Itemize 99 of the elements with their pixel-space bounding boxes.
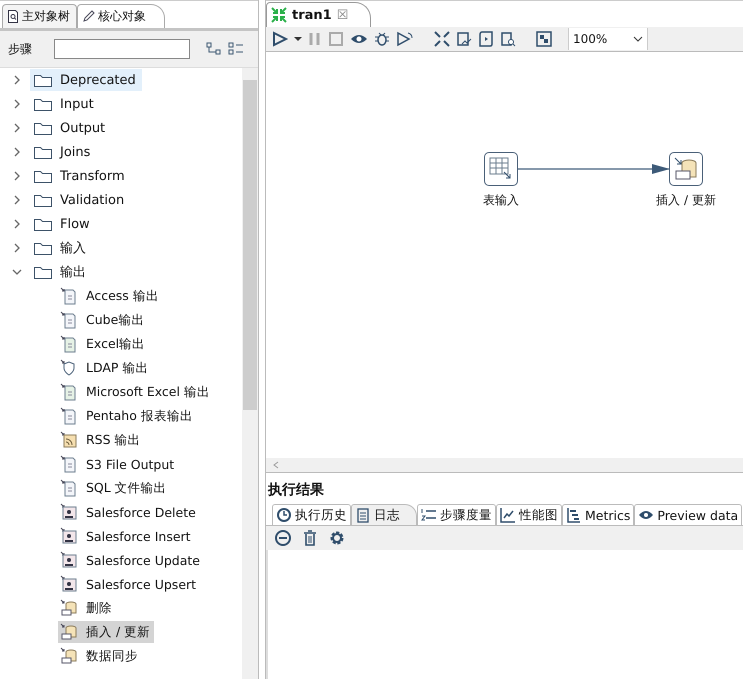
step-label: 表输入: [483, 192, 519, 209]
folder-icon: [34, 193, 52, 207]
person-card-icon: [60, 551, 78, 569]
tree-step[interactable]: Excel输出: [58, 333, 150, 355]
close-button[interactable]: ☒: [336, 8, 348, 22]
chevron-right-icon[interactable]: [12, 219, 22, 229]
folder-icon: [34, 121, 52, 135]
tree-step[interactable]: 数据同步: [58, 645, 142, 667]
results-tab[interactable]: 步骤度量: [417, 504, 496, 525]
chevron-right-icon[interactable]: [12, 99, 22, 109]
search-label: 步骤: [8, 40, 32, 58]
tree-step[interactable]: 删除: [58, 597, 116, 619]
tree-folder[interactable]: Output: [30, 117, 112, 139]
zoom-dropdown[interactable]: 100%: [568, 28, 648, 50]
search-doc-icon: [7, 10, 19, 23]
list-icon[interactable]: [228, 42, 244, 56]
step-label: 插入 / 更新: [656, 192, 716, 209]
results-tab[interactable]: Metrics: [562, 504, 634, 525]
panel-tab[interactable]: 主对象树: [2, 4, 77, 28]
numbered-list-icon: [421, 507, 437, 523]
align-grid-icon[interactable]: [536, 31, 552, 47]
tree-step[interactable]: Salesforce Update: [58, 549, 204, 571]
person-card-icon: [60, 575, 78, 593]
tree-step[interactable]: LDAP 输出: [58, 357, 152, 379]
folder-icon: [34, 241, 52, 255]
chevron-right-icon[interactable]: [12, 243, 22, 253]
chevron-right-icon[interactable]: [12, 171, 22, 181]
tree-step[interactable]: S3 File Output: [58, 453, 178, 475]
scrollbar[interactable]: [242, 68, 258, 679]
step-node[interactable]: [669, 152, 703, 186]
chevron-right-icon[interactable]: [12, 123, 22, 133]
tree-step[interactable]: Pentaho 报表输出: [58, 405, 197, 427]
results-tab[interactable]: 执行历史: [272, 504, 351, 525]
bug-icon[interactable]: [374, 31, 390, 47]
document-icon: [60, 287, 78, 305]
tree-folder[interactable]: Input: [30, 93, 100, 115]
results-tab[interactable]: Preview data: [634, 504, 742, 525]
document-icon: [60, 407, 78, 425]
tree-step[interactable]: SQL 文件输出: [58, 477, 171, 499]
tree-folder[interactable]: Transform: [30, 165, 131, 187]
chevron-right-icon[interactable]: [12, 195, 22, 205]
database-icon: [60, 647, 78, 665]
scrollbar[interactable]: [266, 458, 743, 472]
pencil-icon: [82, 10, 95, 23]
chevron-down-icon: [633, 36, 643, 42]
trash-icon[interactable]: [302, 529, 318, 547]
tree-step[interactable]: 插入 / 更新: [58, 621, 154, 643]
minus-circle-icon[interactable]: [274, 529, 292, 547]
spreadsheet-icon: [60, 335, 78, 353]
tree-folder[interactable]: 输入: [30, 237, 92, 259]
tree-step[interactable]: Microsoft Excel 输出: [58, 381, 214, 403]
caret-icon[interactable]: [294, 35, 302, 43]
document-icon: [60, 479, 78, 497]
tree-step[interactable]: RSS 输出: [58, 429, 145, 451]
chevron-right-icon[interactable]: [12, 75, 22, 85]
search-field[interactable]: [54, 39, 190, 59]
chevron-down-icon[interactable]: [12, 267, 22, 277]
tree-step[interactable]: Cube输出: [58, 309, 148, 331]
tree-step[interactable]: Access 输出: [58, 285, 163, 307]
results-tab[interactable]: 性能图: [496, 504, 562, 525]
clock-icon: [276, 507, 292, 523]
database-icon: [60, 623, 78, 641]
database-icon: [673, 156, 699, 182]
person-card-icon: [60, 527, 78, 545]
tree-folder[interactable]: Deprecated: [30, 69, 142, 91]
gear-icon[interactable]: [328, 529, 346, 547]
document-icon: [60, 311, 78, 329]
hierarchy-icon[interactable]: [206, 42, 222, 56]
notepad-icon: [355, 507, 371, 523]
chevron-right-icon[interactable]: [12, 147, 22, 157]
database-icon: [60, 599, 78, 617]
folder-icon: [34, 73, 52, 87]
document-icon: [60, 455, 78, 473]
tree-step[interactable]: Salesforce Delete: [58, 501, 200, 523]
person-card-icon: [60, 503, 78, 521]
folder-icon: [34, 97, 52, 111]
folder-icon: [34, 145, 52, 159]
folder-icon: [34, 169, 52, 183]
gantt-icon: [566, 507, 582, 523]
database-chart-icon[interactable]: [456, 31, 472, 47]
tree-folder[interactable]: Flow: [30, 213, 96, 235]
panel-tab[interactable]: 核心对象: [77, 4, 165, 28]
line-chart-icon: [500, 507, 516, 523]
folder-icon: [34, 265, 52, 279]
tree-folder[interactable]: Validation: [30, 189, 130, 211]
play-replay-icon[interactable]: [396, 31, 414, 47]
database-search-icon[interactable]: [500, 31, 516, 47]
folder-icon: [34, 217, 52, 231]
panel-title: 执行结果: [266, 481, 325, 500]
tree-step[interactable]: Salesforce Upsert: [58, 573, 200, 595]
step-node[interactable]: [484, 152, 518, 186]
tree-folder[interactable]: 输出: [30, 261, 92, 283]
results-tab[interactable]: 日志: [351, 504, 417, 525]
tree-folder[interactable]: Joins: [30, 141, 96, 163]
tree-step[interactable]: Salesforce Insert: [58, 525, 195, 547]
play-icon[interactable]: [272, 31, 288, 47]
spreadsheet-icon: [60, 383, 78, 401]
editor-tab[interactable]: tran1 ☒: [266, 2, 372, 27]
feed-icon: [60, 431, 78, 449]
